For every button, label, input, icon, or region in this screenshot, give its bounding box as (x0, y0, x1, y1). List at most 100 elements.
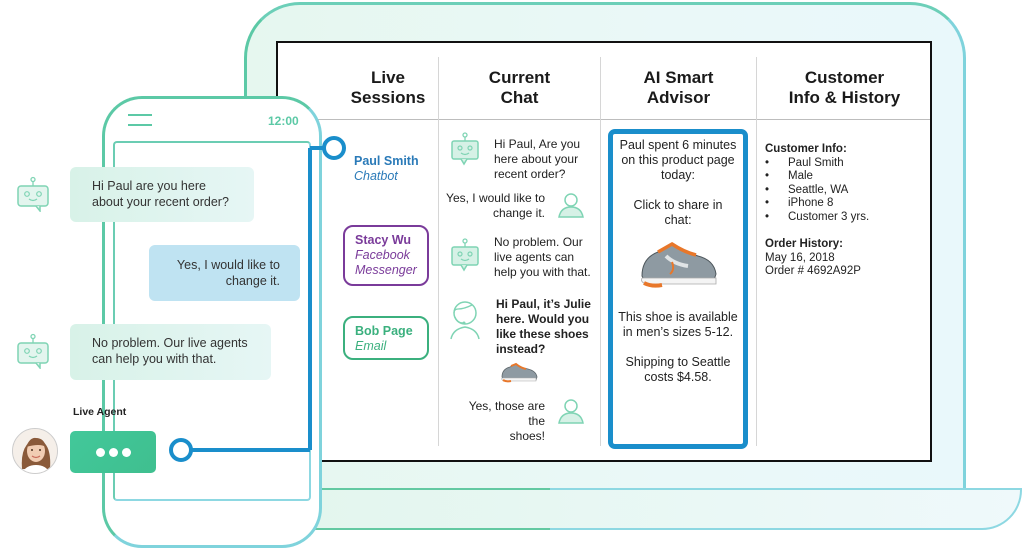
line: on this product page (621, 153, 735, 167)
line: change it. (225, 274, 280, 288)
item-text: Customer 3 yrs. (788, 210, 870, 223)
typing-dot (121, 447, 131, 457)
header-line: Live (370, 68, 406, 87)
line: chat: (664, 213, 692, 227)
column-header-current-chat: Current Chat (439, 57, 600, 119)
agent-avatar (12, 428, 58, 474)
item-text: Male (788, 170, 813, 182)
order-date: May 16, 2018 (765, 251, 835, 264)
session-stacy-wu[interactable]: Stacy Wu Facebook Messenger (343, 225, 429, 286)
item-text: Paul Smith (788, 156, 844, 169)
chat-message-user: Yes, those are the shoes! (449, 399, 545, 444)
chatbot-icon (451, 132, 479, 166)
customer-info-item: • Seattle, WA (765, 183, 849, 196)
order-history-label: Order History: (765, 238, 843, 250)
chat-message-bot: No problem. Our live agents can help you… (494, 235, 591, 280)
line: help you with that. (494, 265, 591, 279)
line: No problem. Our live agents (92, 336, 248, 350)
session-channel: Facebook (355, 248, 410, 262)
shoe-thumbnail[interactable] (499, 361, 539, 383)
laptop-base (310, 488, 1022, 530)
advisor-card[interactable]: Paul spent 6 minutes on this product pag… (608, 129, 748, 449)
line: can help you with that. (92, 352, 217, 366)
advisor-size-info: This shoe is available in men’s sizes 5-… (613, 310, 743, 340)
header-line: Sessions (350, 88, 426, 107)
shoe-product-image[interactable] (636, 236, 720, 292)
chat-message-user: Yes, I would like to change it. (445, 191, 545, 221)
agent-dashboard: Live Sessions Paul Smith Chatbot Stacy Wu… (276, 41, 932, 462)
header-line: Chat (500, 88, 539, 107)
column-current-chat: Current Chat Hi Paul, Are you here about … (438, 57, 600, 446)
line: costs $4.58. (644, 370, 712, 384)
column-header-ai-advisor: AI Smart Advisor (601, 57, 756, 119)
line: Yes, those are the (468, 399, 545, 428)
session-name: Paul Smith (354, 154, 419, 168)
item-text: Seattle, WA (788, 183, 849, 196)
phone-message-user: Yes, I would like to change it. (149, 245, 300, 301)
status-clock: 12:00 (268, 114, 299, 128)
session-paul-smith[interactable]: Paul Smith Chatbot (354, 154, 419, 184)
user-icon (558, 399, 584, 424)
line: Click to share in (633, 198, 723, 212)
session-name: Stacy Wu (355, 233, 412, 247)
session-channel: Chatbot (354, 169, 398, 183)
line: about your recent order? (92, 195, 229, 209)
line: shoes! (509, 429, 545, 443)
chat-message-agent: Hi Paul, it’s Julie here. Would you like… (496, 297, 591, 357)
live-agent-label: Live Agent (73, 406, 127, 418)
line: here. Would you (496, 312, 590, 326)
header-line: Advisor (646, 88, 711, 107)
session-channel: Messenger (355, 263, 417, 277)
header-line: Current (488, 68, 551, 87)
typing-dot (95, 447, 105, 457)
agent-headset-icon (450, 301, 480, 340)
header-line: Info & History (788, 88, 901, 107)
chat-message-bot: Hi Paul, Are you here about your recent … (494, 137, 580, 182)
header-line: Customer (804, 68, 885, 87)
agent-photo (13, 429, 57, 473)
advisor-share-prompt[interactable]: Click to share in chat: (613, 198, 743, 228)
advisor-shipping-info: Shipping to Seattle costs $4.58. (613, 355, 743, 385)
session-channel: Email (355, 339, 387, 353)
chatbot-icon (451, 238, 479, 272)
line: recent order? (494, 167, 566, 181)
header-line: AI Smart (643, 68, 714, 87)
line: Hi Paul, it’s Julie (496, 297, 591, 311)
typing-indicator (70, 431, 156, 473)
column-customer-info: Customer Info & History Customer Info: • P… (756, 57, 932, 446)
item-text: iPhone 8 (788, 197, 834, 209)
line: here about your (494, 152, 579, 166)
line: Hi Paul are you here (92, 179, 206, 193)
session-bob-page[interactable]: Bob Page Email (343, 316, 429, 360)
line: This shoe is available (618, 310, 738, 324)
customer-info-label: Customer Info: (765, 143, 847, 155)
chatbot-icon (17, 176, 49, 212)
phone-message-bot: Hi Paul are you here about your recent o… (70, 167, 254, 222)
line: Hi Paul, Are you (494, 137, 581, 151)
column-header-customer: Customer Info & History (757, 57, 932, 119)
chatbot-icon (17, 333, 49, 369)
line: today: (660, 168, 696, 182)
advisor-time-on-page: Paul spent 6 minutes on this product pag… (613, 138, 743, 183)
customer-info-item: • Male (765, 170, 813, 182)
line: Paul spent 6 minutes (619, 138, 737, 152)
session-name: Bob Page (355, 324, 413, 338)
line: live agents can (494, 250, 575, 264)
line: No problem. Our (494, 235, 583, 249)
line: Yes, I would like to (446, 191, 545, 205)
customer-info-item: • Customer 3 yrs. (765, 210, 870, 223)
line: like these shoes (496, 327, 589, 341)
hamburger-menu-icon[interactable] (128, 114, 152, 126)
line: in men’s sizes 5-12. (622, 325, 734, 339)
phone-message-bot: No problem. Our live agents can help you… (70, 324, 271, 380)
customer-info-item: • Paul Smith (765, 156, 844, 169)
line: Yes, I would like to (176, 258, 280, 272)
customer-info-section: Customer Info: • Paul Smith • Male • Seattl… (765, 143, 869, 279)
line: change it. (492, 206, 545, 220)
line: instead? (496, 342, 546, 356)
user-icon (558, 193, 584, 218)
order-number[interactable]: Order # 4692A92P (765, 265, 869, 279)
typing-dot (108, 447, 118, 457)
line: Shipping to Seattle (625, 355, 731, 369)
customer-info-item: • iPhone 8 (765, 197, 834, 209)
